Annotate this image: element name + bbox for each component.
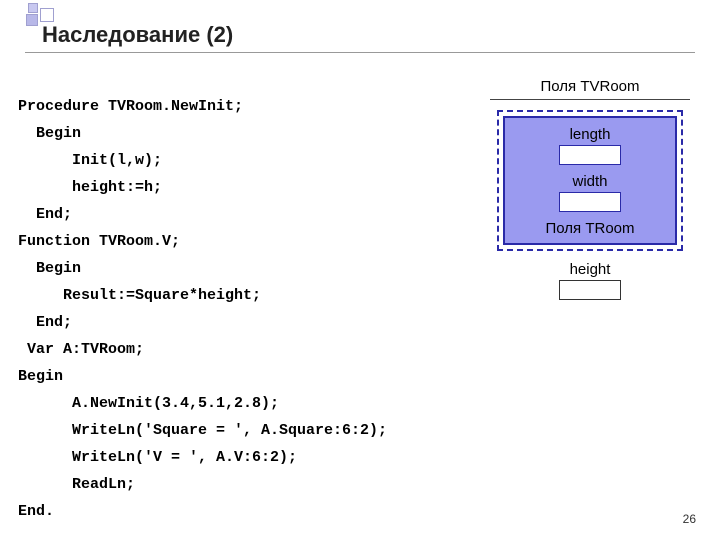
troom-inner-box: length width Поля TRoom [503,116,677,245]
code-line: Begin [18,125,81,142]
width-label: width [505,173,675,190]
slide-title: Наследование (2) [42,22,233,48]
code-line: A.NewInit(3.4,5.1,2.8); [18,395,279,412]
code-line: Procedure TVRoom.NewInit; [18,98,243,115]
diagram-title: Поля TVRoom [490,78,690,95]
code-line: Init(l,w); [18,152,162,169]
troom-label: Поля TRoom [505,220,675,237]
diagram-divider [490,99,690,100]
code-line: Function TVRoom.V; [18,233,180,250]
code-line: Var A:TVRoom; [18,341,144,358]
height-block: height [490,261,690,300]
code-line: WriteLn('V = ', A.V:6:2); [18,449,297,466]
fields-diagram: Поля TVRoom length width Поля TRoom heig… [490,78,690,308]
height-label: height [490,261,690,278]
length-label: length [505,126,675,143]
code-line: End; [18,314,72,331]
height-field [559,280,621,300]
code-block: Procedure TVRoom.NewInit; Begin Init(l,w… [18,66,387,525]
code-line: Begin [18,260,81,277]
tvroom-outer-box: length width Поля TRoom [497,110,683,251]
page-number: 26 [683,512,696,526]
code-line: height:=h; [18,179,162,196]
code-line: End; [18,206,72,223]
code-line: End. [18,503,54,520]
code-line: Begin [18,368,63,385]
code-line: WriteLn('Square = ', A.Square:6:2); [18,422,387,439]
length-field [559,145,621,165]
title-underline [25,52,695,53]
code-line: ReadLn; [18,476,135,493]
width-field [559,192,621,212]
code-line: Result:=Square*height; [18,287,261,304]
